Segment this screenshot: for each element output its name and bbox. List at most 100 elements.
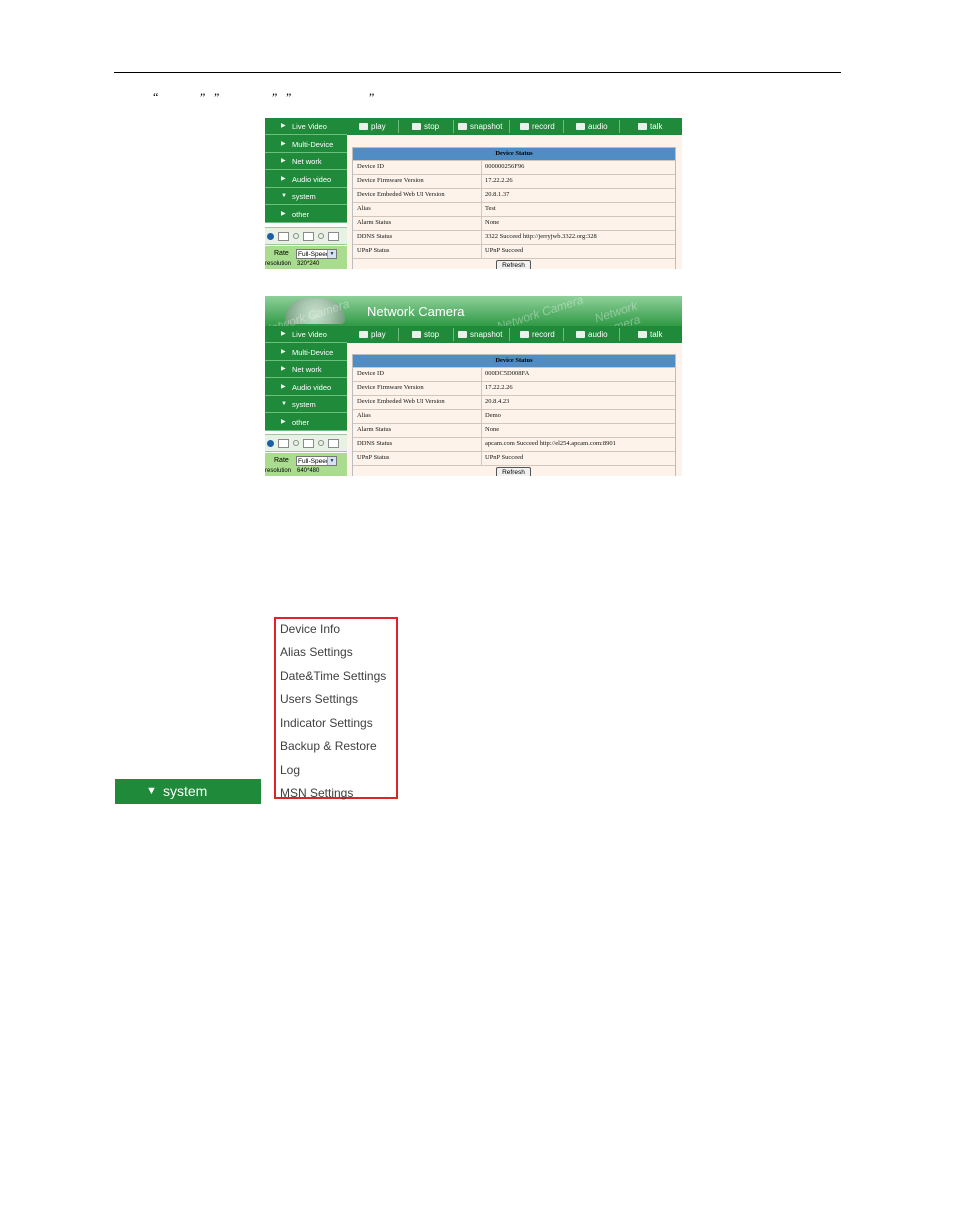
table-row: UPnP Status UPnP Succeed	[353, 451, 675, 465]
table-title: Device Status	[353, 355, 675, 367]
nav-other[interactable]: ▶ other	[265, 414, 347, 431]
nine-view-icon[interactable]	[328, 232, 339, 241]
refresh-button[interactable]: Refresh	[496, 260, 531, 269]
snapshot-button[interactable]: snapshot	[458, 326, 502, 343]
nav-network[interactable]: ▶ Net work	[265, 361, 347, 378]
nav-audio-video[interactable]: ▶ Audio video	[265, 379, 347, 396]
quote-mark: ”	[286, 90, 292, 104]
table-row: Alarm Status None	[353, 216, 675, 230]
menu-item-msn-settings[interactable]: MSN Settings	[280, 786, 353, 800]
nav-system[interactable]: ▼ system	[265, 188, 347, 205]
triangle-down-icon: ▼	[146, 785, 157, 797]
snapshot-button[interactable]: snapshot	[458, 118, 502, 135]
menu-item-log[interactable]: Log	[280, 763, 300, 777]
record-button[interactable]: record	[520, 326, 555, 343]
resolution-select[interactable]: 320*240	[297, 261, 319, 267]
nav-audio-video[interactable]: ▶ Audio video	[265, 171, 347, 188]
rate-label: Rate	[274, 250, 289, 257]
menu-item-indicator-settings[interactable]: Indicator Settings	[280, 716, 373, 730]
play-button[interactable]: play	[359, 326, 386, 343]
menu-item-users-settings[interactable]: Users Settings	[280, 692, 358, 706]
stop-button[interactable]: stop	[412, 326, 439, 343]
resolution-label: resolution	[265, 261, 292, 267]
table-title: Device Status	[353, 148, 675, 160]
talk-label: talk	[650, 122, 663, 131]
rate-select[interactable]: Full-Speed ▼	[296, 249, 337, 259]
microphone-icon	[638, 123, 647, 130]
table-row: Device ID 000000256F96	[353, 160, 675, 174]
quote-mark: “	[153, 90, 159, 104]
record-button[interactable]: record	[520, 118, 555, 135]
toolbar: play stop snapshot record audio talk	[347, 326, 682, 343]
talk-label: talk	[650, 330, 663, 339]
nav-live-video[interactable]: ▶ Live Video	[265, 118, 347, 135]
nav-multi-device[interactable]: ▶ Multi-Device	[265, 136, 347, 153]
camera-icon	[458, 123, 467, 130]
table-row: Alias Test	[353, 202, 675, 216]
record-icon	[520, 331, 529, 338]
radio-icon[interactable]	[293, 440, 299, 446]
radio-icon[interactable]	[318, 233, 324, 239]
device-status-table: Device Status Device ID 000DC5D008FA Devi…	[352, 354, 676, 476]
stop-icon	[412, 331, 421, 338]
stop-icon	[412, 123, 421, 130]
toolbar: play stop snapshot record audio talk	[347, 118, 682, 135]
system-nav-button[interactable]: ▼ system	[115, 779, 261, 804]
snapshot-label: snapshot	[470, 330, 503, 339]
audio-label: audio	[588, 122, 608, 131]
stop-label: stop	[424, 122, 440, 131]
view-layout-controls	[265, 227, 347, 245]
menu-item-alias-settings[interactable]: Alias Settings	[280, 645, 353, 659]
audio-label: audio	[588, 330, 608, 339]
menu-item-backup-restore[interactable]: Backup & Restore	[280, 739, 377, 753]
record-icon	[520, 123, 529, 130]
device-status-screenshot-1: play stop snapshot record audio talk ▶ Li…	[265, 118, 682, 269]
quad-view-icon[interactable]	[303, 439, 314, 448]
stop-label: stop	[424, 330, 440, 339]
radio-icon[interactable]	[318, 440, 324, 446]
radio-icon[interactable]	[293, 233, 299, 239]
snapshot-label: snapshot	[470, 122, 503, 131]
nav-live-video[interactable]: ▶ Live Video	[265, 326, 347, 343]
rate-panel: Rate Full-Speed ▼ resolution 320*240	[265, 246, 347, 269]
banner: Network Camera Network Camera Network Ca…	[265, 296, 682, 339]
nav-multi-device[interactable]: ▶ Multi-Device	[265, 344, 347, 361]
quote-mark: ”	[214, 90, 220, 104]
view-layout-controls	[265, 434, 347, 452]
system-submenu: Device Info Alias Settings Date&Time Set…	[274, 617, 398, 800]
single-view-icon[interactable]	[278, 232, 289, 241]
play-label: play	[371, 122, 386, 131]
play-button[interactable]: play	[359, 118, 386, 135]
rate-label: Rate	[274, 457, 289, 464]
pan-icon[interactable]	[267, 233, 274, 240]
talk-button[interactable]: talk	[638, 118, 662, 135]
table-row: Device Firmware Version 17.22.2.26	[353, 174, 675, 188]
resolution-label: resolution	[265, 468, 292, 474]
sidebar: ▶ Live Video ▶ Multi-Device ▶ Net work ▶ Aud…	[265, 118, 347, 223]
pan-icon[interactable]	[267, 440, 274, 447]
nav-other[interactable]: ▶ other	[265, 206, 347, 223]
nine-view-icon[interactable]	[328, 439, 339, 448]
content-panel: Device Status Device ID 000000256F96 Devi…	[347, 135, 682, 269]
audio-button[interactable]: audio	[576, 118, 608, 135]
header-rule	[114, 72, 841, 73]
play-label: play	[371, 330, 386, 339]
nav-system[interactable]: ▼ system	[265, 396, 347, 413]
talk-button[interactable]: talk	[638, 326, 662, 343]
menu-item-device-info[interactable]: Device Info	[280, 622, 340, 636]
sidebar: ▶ Live Video ▶ Multi-Device ▶ Net work ▶ Aud…	[265, 326, 347, 431]
stop-button[interactable]: stop	[412, 118, 439, 135]
audio-icon	[576, 123, 585, 130]
nav-network[interactable]: ▶ Net work	[265, 153, 347, 170]
chevron-down-icon: ▼	[327, 250, 336, 258]
rate-select[interactable]: Full-Speed ▼	[296, 456, 337, 466]
audio-button[interactable]: audio	[576, 326, 608, 343]
refresh-button[interactable]: Refresh	[496, 467, 531, 476]
chevron-down-icon: ▼	[327, 457, 336, 465]
banner-title: Network Camera	[367, 304, 465, 319]
play-icon	[359, 123, 368, 130]
quad-view-icon[interactable]	[303, 232, 314, 241]
resolution-select[interactable]: 640*480	[297, 468, 319, 474]
menu-item-date-time-settings[interactable]: Date&Time Settings	[280, 669, 386, 683]
single-view-icon[interactable]	[278, 439, 289, 448]
